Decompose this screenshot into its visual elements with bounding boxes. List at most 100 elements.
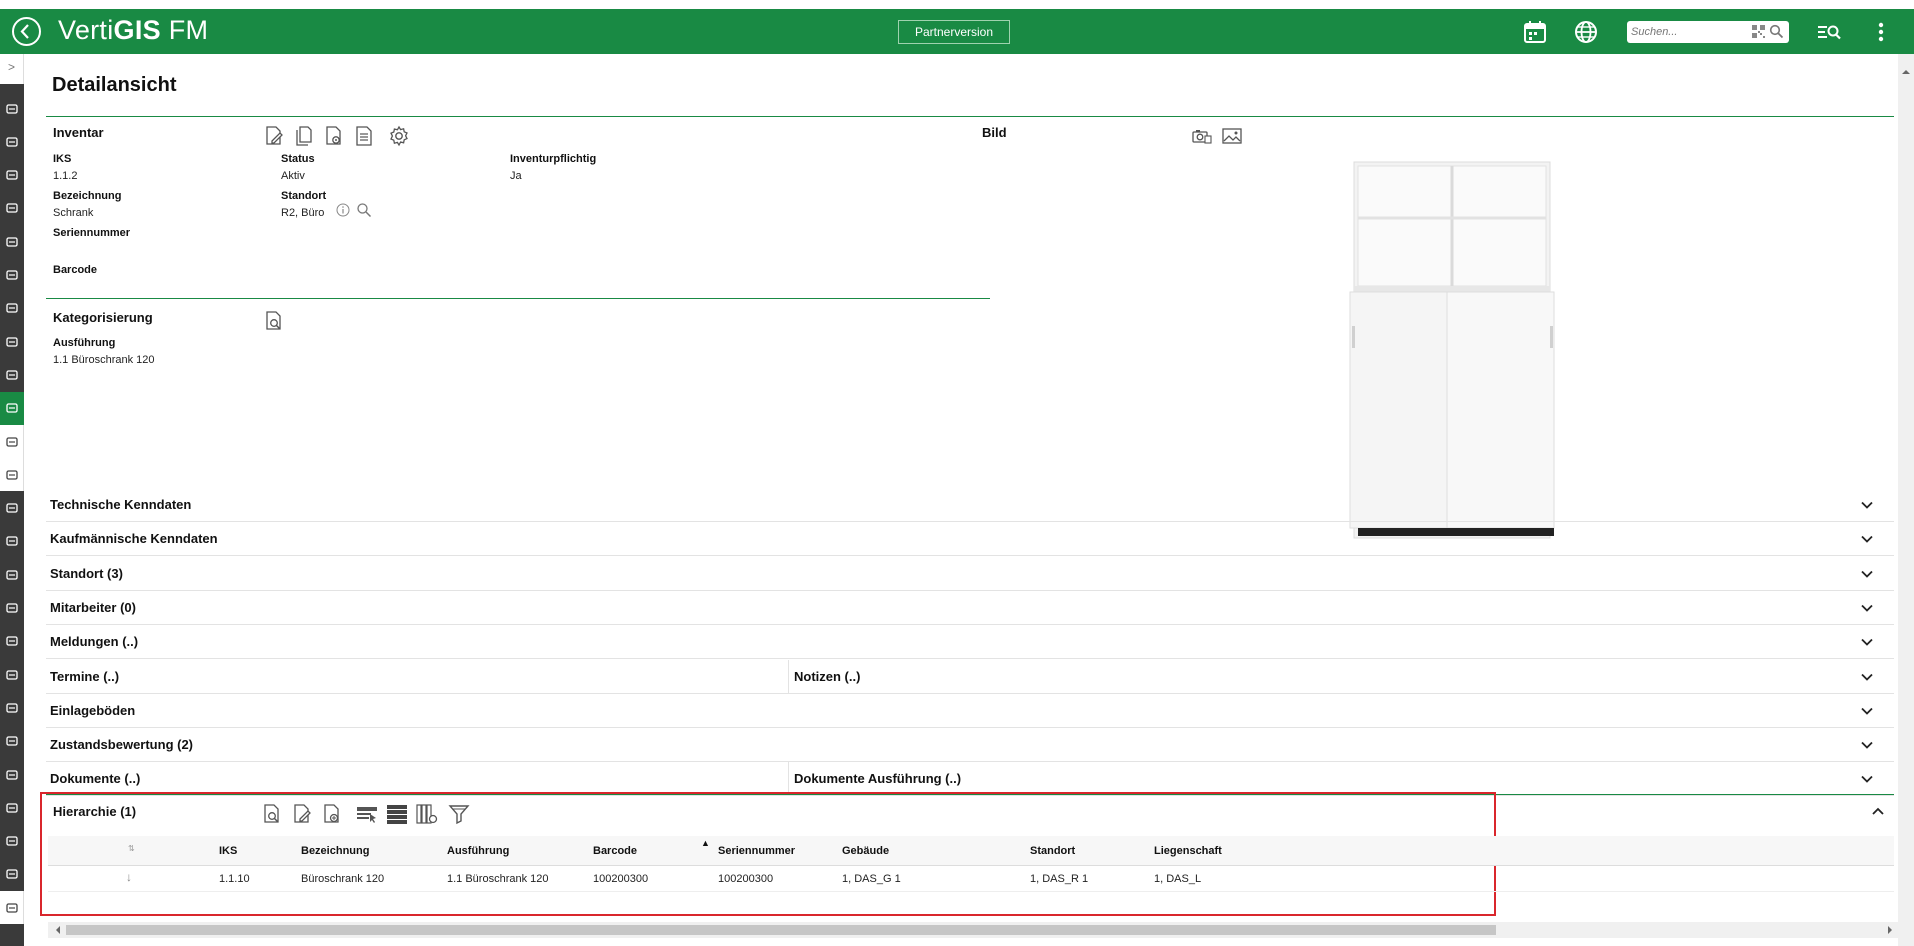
accordion-title-right[interactable]: Notizen (..) — [794, 669, 860, 684]
row-select-icon[interactable] — [355, 802, 379, 826]
magnifier-icon[interactable] — [356, 202, 372, 218]
document-settings-icon[interactable] — [322, 124, 346, 148]
sidebar-item-dollar[interactable] — [0, 558, 24, 591]
sidebar-item-money[interactable] — [0, 225, 24, 258]
horizontal-scrollbar[interactable] — [48, 922, 1898, 938]
accordion-row[interactable]: Technische Kenndaten — [46, 488, 1894, 522]
add-document-icon[interactable] — [320, 802, 344, 826]
collapse-chevron-icon[interactable] — [1871, 804, 1885, 818]
sidebar-item-euro-search[interactable] — [0, 625, 24, 658]
sidebar-toggle[interactable]: > — [0, 54, 24, 84]
accordion-row[interactable]: Standort (3) — [46, 557, 1894, 591]
accordion-row[interactable]: Termine (..) Notizen (..) — [46, 659, 1894, 694]
sidebar-item-list[interactable] — [0, 791, 24, 824]
document-list-icon[interactable] — [352, 124, 376, 148]
sidebar-item-hand[interactable] — [0, 492, 24, 525]
document-search-icon[interactable] — [262, 309, 286, 333]
scroll-up-icon[interactable] — [1898, 64, 1914, 80]
sidebar-item-building[interactable] — [0, 125, 24, 158]
accordion-row[interactable]: Kaufmännische Kenndaten — [46, 522, 1894, 557]
accordion-title-right[interactable]: Dokumente Ausführung (..) — [794, 771, 961, 786]
search-input[interactable] — [1631, 22, 1741, 42]
chevron-down-icon[interactable] — [1860, 567, 1874, 581]
sidebar-item-card[interactable] — [0, 292, 24, 325]
chevron-down-icon[interactable] — [1860, 704, 1874, 718]
partner-version-button[interactable]: Partnerversion — [898, 20, 1010, 44]
qr-code-icon[interactable] — [1752, 25, 1765, 38]
sidebar-item-house[interactable] — [0, 192, 24, 225]
sidebar-item-tools[interactable] — [0, 358, 24, 391]
column-settings-icon[interactable] — [415, 802, 439, 826]
chevron-down-icon[interactable] — [1860, 635, 1874, 649]
more-menu-icon[interactable] — [1866, 17, 1896, 47]
sidebar-item-plant[interactable] — [0, 525, 24, 558]
calendar-icon[interactable] — [1520, 17, 1550, 47]
info-icon[interactable] — [335, 202, 351, 218]
back-button[interactable] — [12, 17, 41, 46]
table-row[interactable]: ↓ 1.1.10 Büroschrank 120 1.1 Büroschrank… — [48, 866, 1894, 892]
globe-icon[interactable] — [1571, 17, 1601, 47]
search-icon[interactable] — [1769, 24, 1784, 39]
accordion-title[interactable]: Mitarbeiter (0) — [50, 600, 136, 615]
table-rows-icon[interactable] — [385, 802, 409, 826]
search-list-icon[interactable] — [1814, 17, 1844, 47]
sidebar-item-user[interactable] — [0, 891, 24, 925]
accordion-row[interactable]: Einlageböden — [46, 694, 1894, 728]
column-header-bezeichnung[interactable]: Bezeichnung — [301, 845, 369, 857]
chevron-down-icon[interactable] — [1860, 772, 1874, 786]
chevron-down-icon[interactable] — [1860, 670, 1874, 684]
copy-document-icon[interactable] — [292, 124, 316, 148]
sidebar-item-org[interactable] — [0, 425, 24, 458]
chevron-down-icon[interactable] — [1860, 601, 1874, 615]
accordion-title[interactable]: Dokumente (..) — [50, 771, 140, 786]
sort-asc-icon[interactable]: ▲ — [701, 838, 710, 848]
sidebar-item-euro[interactable] — [0, 592, 24, 625]
sort-index-icon[interactable]: ⇅ — [128, 844, 135, 853]
arrow-down-icon[interactable]: ↓ — [126, 870, 132, 884]
sidebar-item-person[interactable] — [0, 159, 24, 192]
scroll-right-icon[interactable] — [1882, 922, 1898, 938]
sidebar-item-cleaning[interactable] — [0, 825, 24, 858]
chevron-down-icon[interactable] — [1860, 498, 1874, 512]
sidebar-item-bottle[interactable] — [0, 858, 24, 891]
column-header-barcode[interactable]: Barcode — [593, 845, 637, 857]
scrollbar-thumb[interactable] — [66, 925, 1496, 935]
column-header-standort[interactable]: Standort — [1030, 845, 1075, 857]
chevron-down-icon[interactable] — [1860, 738, 1874, 752]
accordion-row[interactable]: Meldungen (..) — [46, 625, 1894, 660]
filter-icon[interactable] — [447, 802, 471, 826]
edit-document-icon[interactable] — [262, 124, 286, 148]
column-header-iks[interactable]: IKS — [219, 845, 237, 857]
column-header-gebaeude[interactable]: Gebäude — [842, 845, 889, 857]
app-logo[interactable]: VertiGIS FM — [58, 15, 208, 46]
sidebar-item-truck[interactable] — [0, 725, 24, 758]
edit-document-icon[interactable] — [290, 802, 314, 826]
accordion-title[interactable]: Einlageböden — [50, 703, 135, 718]
sidebar-item-card[interactable] — [0, 259, 24, 292]
settings-gear-icon[interactable] — [387, 124, 411, 148]
sidebar-item-drop[interactable] — [0, 658, 24, 691]
column-header-ausfuehrung[interactable]: Ausführung — [447, 845, 509, 857]
search-field[interactable] — [1627, 21, 1789, 43]
sidebar-item-inventory[interactable] — [0, 391, 24, 425]
column-header-seriennummer[interactable]: Seriennummer — [718, 845, 795, 857]
sidebar-item-gear[interactable] — [0, 325, 24, 358]
accordion-title[interactable]: Technische Kenndaten — [50, 497, 191, 512]
accordion-title[interactable]: Standort (3) — [50, 566, 123, 581]
accordion-row[interactable]: Mitarbeiter (0) — [46, 591, 1894, 625]
chevron-down-icon[interactable] — [1860, 532, 1874, 546]
accordion-row[interactable]: Zustandsbewertung (2) — [46, 728, 1894, 763]
accordion-title[interactable]: Kaufmännische Kenndaten — [50, 531, 218, 546]
sidebar-item-hand-coin[interactable] — [0, 691, 24, 724]
sidebar-item-search-list[interactable] — [0, 458, 24, 492]
sidebar-item-home[interactable] — [0, 92, 24, 125]
column-header-liegenschaft[interactable]: Liegenschaft — [1154, 845, 1222, 857]
image-icon[interactable] — [1220, 124, 1244, 148]
accordion-title[interactable]: Zustandsbewertung (2) — [50, 737, 193, 752]
document-search-icon[interactable] — [260, 802, 284, 826]
sidebar-item-house-gear[interactable] — [0, 758, 24, 791]
camera-icon[interactable] — [1190, 124, 1214, 148]
accordion-title[interactable]: Meldungen (..) — [50, 634, 138, 649]
vertical-scrollbar[interactable] — [1898, 54, 1914, 946]
accordion-title[interactable]: Termine (..) — [50, 669, 119, 684]
